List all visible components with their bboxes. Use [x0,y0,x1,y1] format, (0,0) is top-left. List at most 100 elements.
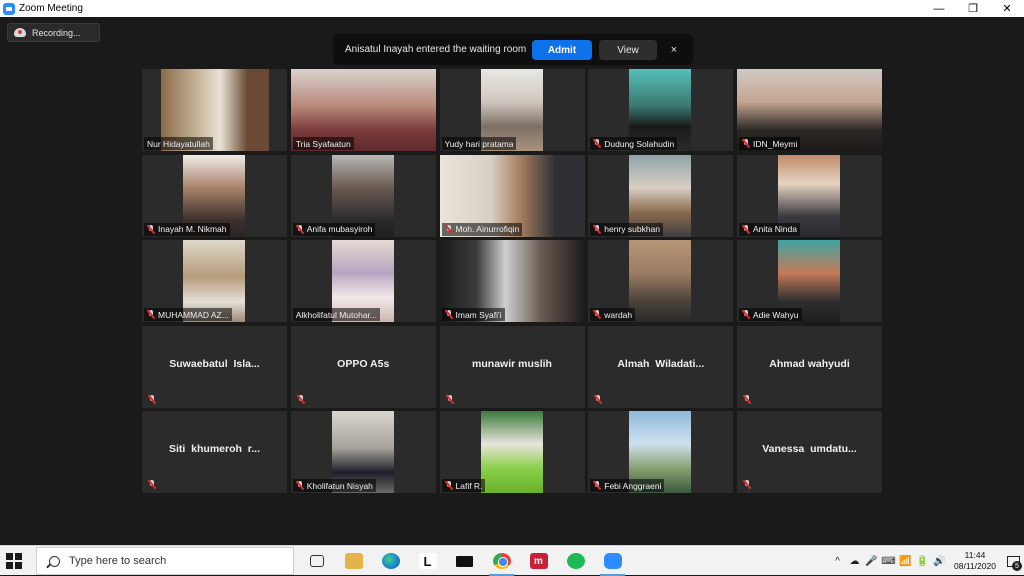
participant-tile[interactable]: Anifa mubasyiroh [290,154,436,237]
mail-button[interactable] [446,546,483,576]
participant-name: Nur Hidayatullah [147,138,210,149]
close-window-button[interactable]: ✕ [990,0,1024,17]
participant-nameplate: Inayah M. Nikmah [144,222,230,236]
windows-logo-tile [6,553,13,560]
participant-nameplate: IDN_Meymi [739,137,801,150]
participant-tile[interactable]: Anita Ninda [737,154,882,237]
search-icon [49,555,60,567]
admit-button[interactable]: Admit [532,40,592,60]
close-notification-button[interactable]: × [667,40,681,60]
muted-mic-icon [446,394,454,404]
spotify-button[interactable] [557,546,594,576]
task-view-button[interactable] [298,546,335,576]
participant-tile[interactable]: Ahmad wahyudi [737,325,882,408]
muted-mic-icon [297,394,305,404]
muted-mic-icon [743,394,751,404]
participant-nameplate: Lafif R. [441,479,486,492]
title-bar: Zoom Meeting — ❐ ✕ [0,0,1024,17]
muted-mic-icon [593,310,601,319]
view-button[interactable]: View [599,40,657,60]
participant-tile[interactable]: MUHAMMAD AZ... [142,240,287,322]
participant-name: Tria Syafaatun [295,138,351,149]
gallery-view: Nur Hidayatullah Tria Syafaatun Yudy har… [142,69,882,493]
muted-mic-icon [147,310,155,319]
participant-nameplate: Yudy hari pratama [441,137,517,150]
participant-tile[interactable]: Suwaebatul Isla... [142,325,287,408]
participant-name-large: Siti khumeroh r... [168,443,261,455]
zoom-app-icon [3,2,15,15]
participant-tile[interactable]: Kholifatun Nisyah [290,411,436,493]
muted-mic-icon [593,481,601,490]
muted-mic-icon [594,394,602,404]
participant-name: Lafif R. [455,480,483,491]
participant-tile[interactable]: Nur Hidayatullah [142,69,287,151]
participant-tile[interactable]: Moh. Ainurrofiqin [439,154,585,237]
chrome-button[interactable] [483,546,520,576]
waiting-room-notification: Anisatul Inayah entered the waiting room… [333,34,693,65]
restore-button[interactable]: ❐ [956,0,990,17]
battery-icon[interactable]: 🔋 [914,546,931,576]
participant-tile[interactable]: Siti khumeroh r... [142,411,287,493]
volume-icon[interactable]: 🔊 [931,546,948,576]
file-explorer-button[interactable] [335,546,372,576]
participant-tile[interactable]: Inayah M. Nikmah [142,154,287,237]
participant-video [629,240,692,322]
participant-tile-active-speaker[interactable]: Tria Syafaatun [290,69,436,151]
cloud-recording-icon [14,28,26,37]
participant-tile[interactable]: Lafif R. [439,411,585,493]
participant-tile[interactable]: wardah [588,240,734,322]
participant-tile[interactable]: Adie Wahyu [737,240,882,322]
muted-mic-icon [445,224,453,234]
participant-tile[interactable]: IDN_Meymi [737,69,882,151]
muted-mic-icon [296,481,304,490]
participant-tile[interactable]: Almah Wiladati... [588,325,734,408]
participant-nameplate: Alkholifatul Mutohar... [292,308,381,321]
action-center-button[interactable]: 5 [1002,546,1024,576]
folder-icon [344,553,363,569]
participant-name: MUHAMMAD AZ... [158,309,229,320]
participant-name-large: OPPO A5s [337,357,390,370]
l-app-button[interactable]: L [409,546,446,576]
participant-nameplate: Tria Syafaatun [292,137,354,150]
participant-tile[interactable]: Yudy hari pratama [439,69,585,151]
search-placeholder: Type here to search [69,555,167,567]
taskbar-clock[interactable]: 11:44 08/11/2020 [948,550,1002,572]
muted-mic-icon [445,481,453,490]
edge-button[interactable] [372,546,409,576]
taskbar-search-box[interactable]: Type here to search [36,547,294,575]
participant-tile[interactable]: Alkholifatul Mutohar... [290,240,436,322]
chrome-icon [492,553,511,569]
minimize-button[interactable]: — [922,0,956,17]
keyboard-icon[interactable]: ⌨ [880,546,897,576]
m-app-button[interactable]: m [520,546,557,576]
participant-name: Moh. Ainurrofiqin [455,224,520,234]
participant-tile[interactable]: OPPO A5s [290,325,436,408]
window-title: Zoom Meeting [19,3,83,14]
clock-time: 11:44 [964,550,986,560]
participant-tile[interactable]: henry subkhan [588,154,734,237]
recording-indicator[interactable]: Recording... [7,23,100,42]
participant-nameplate: Kholifatun Nisyah [292,479,376,492]
microphone-icon[interactable]: 🎤 [863,546,880,576]
windows-start-button[interactable] [6,553,22,569]
muted-mic-icon [742,310,750,319]
participant-tile[interactable]: Febi Anggraeni [588,411,734,493]
show-hidden-icons-chevron-icon[interactable]: ^ [829,546,846,576]
participant-nameplate: Febi Anggraeni [590,479,665,492]
mail-icon [456,555,473,567]
zoom-taskbar-button[interactable] [594,546,631,576]
wifi-icon[interactable]: 📶 [897,546,914,576]
cloud-icon[interactable]: ☁ [846,546,863,576]
participant-name: Dudung Solahudin [604,138,675,149]
l-app-icon: L [418,553,437,569]
participant-nameplate: Dudung Solahudin [590,137,678,150]
participant-tile[interactable]: Vanessa umdatu... [737,411,882,493]
participant-tile[interactable]: munawir muslih [439,325,585,408]
participant-nameplate: Nur Hidayatullah [144,137,213,150]
participant-tile[interactable]: Dudung Solahudin [588,69,734,151]
participant-nameplate: henry subkhan [590,222,664,236]
muted-mic-icon [147,224,155,234]
muted-mic-icon [593,139,601,148]
taskbar-apps: L m [298,546,631,576]
participant-tile[interactable]: Imam Syafi'i [439,240,585,322]
